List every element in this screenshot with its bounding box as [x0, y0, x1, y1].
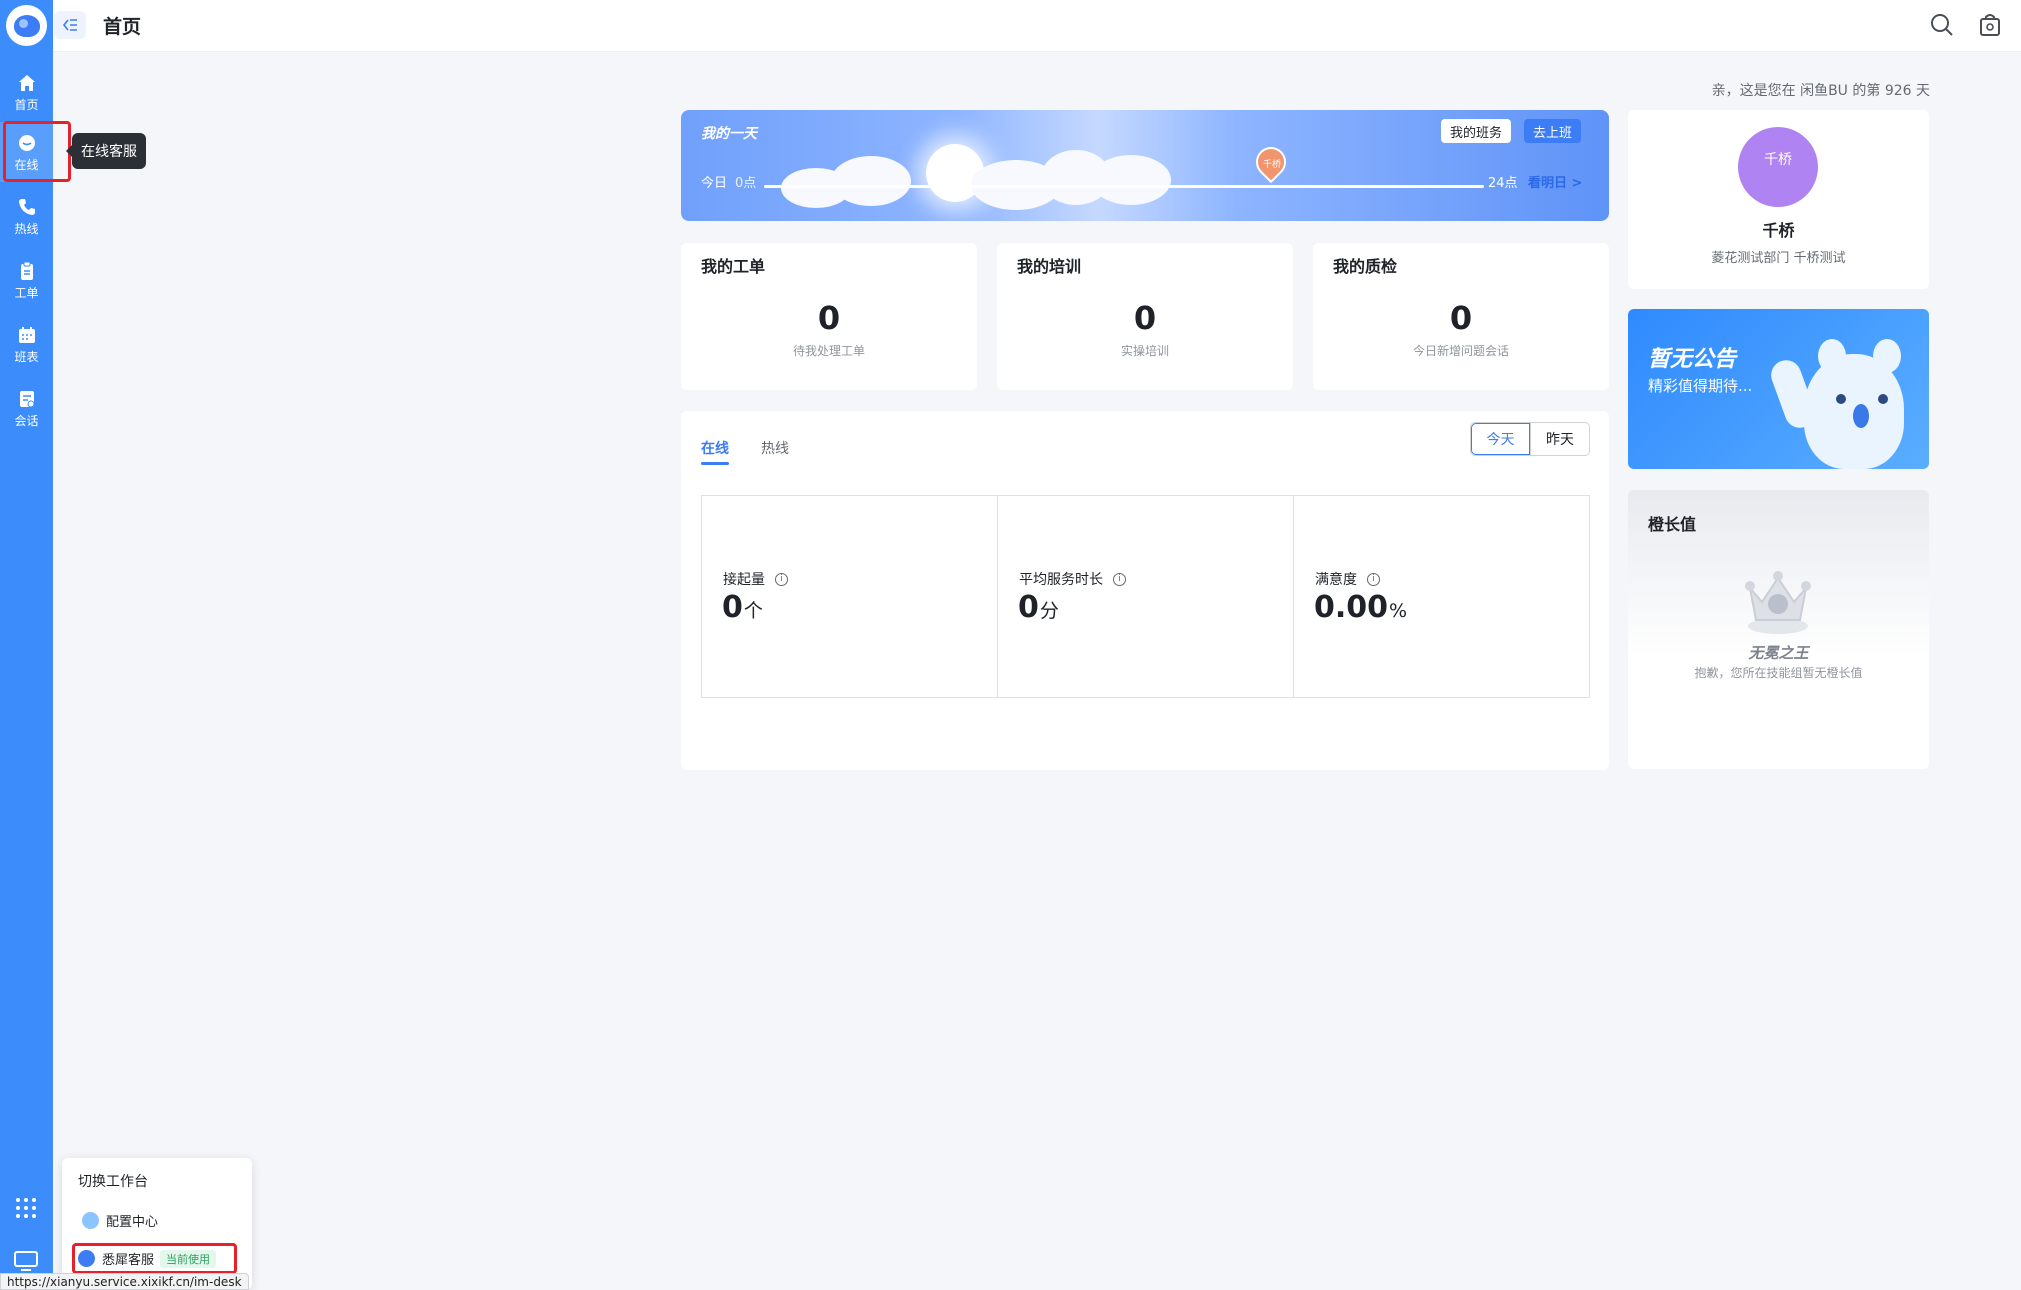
metric-value: 0.00	[1314, 590, 1389, 625]
app-logo[interactable]	[6, 5, 47, 46]
date-range-toggle: 今天 昨天	[1470, 422, 1590, 456]
nav-tooltip: 在线客服	[66, 133, 146, 169]
phone-icon	[16, 196, 38, 218]
active-nav-highlight	[3, 121, 71, 182]
store-bag-icon[interactable]	[1977, 12, 2003, 38]
metric-unit: %	[1389, 600, 1408, 622]
sidebar-item-label: 工单	[14, 285, 39, 300]
status-url-bar: https://xianyu.service.xixikf.cn/im-desk	[0, 1273, 249, 1290]
sidebar-item-label: 首页	[14, 97, 39, 112]
home-icon	[16, 72, 38, 94]
view-tomorrow-link[interactable]: 看明日 >	[1528, 172, 1582, 191]
my-day-card: 我的一天 我的班务 去上班 今日 0点 千桥 24点 看明日 >	[681, 110, 1609, 221]
sidebar-item-home[interactable]: 首页	[0, 62, 53, 122]
tab-online[interactable]: 在线	[701, 438, 729, 465]
stat-title: 我的工单	[701, 257, 766, 276]
my-day-title: 我的一天	[701, 126, 757, 142]
monitor-icon[interactable]	[13, 1250, 39, 1272]
metric-label: 接起量	[723, 572, 765, 588]
avatar[interactable]: 千桥	[1738, 127, 1818, 207]
page-title: 首页	[103, 16, 142, 38]
current-workspace-highlight	[72, 1243, 237, 1274]
profile-card: 千桥 千桥 菱花测试部门 千桥测试	[1628, 110, 1929, 289]
search-icon[interactable]	[1929, 12, 1955, 38]
my-schedule-button[interactable]: 我的班务	[1441, 119, 1512, 143]
growth-value-card: 橙长值 无冕之王 抱歉，您所在技能组暂无橙长值	[1628, 490, 1929, 769]
announcement-card[interactable]: 暂无公告 精彩值得期待...	[1628, 309, 1929, 469]
metric-satisfaction: 满意度 i 0.00%	[1294, 496, 1589, 697]
sidebar-item-label: 班表	[14, 349, 39, 364]
my-quality-card[interactable]: 我的质检 0 今日新增问题会话	[1313, 243, 1609, 390]
my-training-card[interactable]: 我的培训 0 实操培训	[997, 243, 1293, 390]
sidebar-item-ticket[interactable]: 工单	[0, 250, 53, 310]
metrics-grid: 接起量 i 0个 平均服务时长 i 0分 满意度 i 0.00%	[701, 495, 1590, 698]
sidebar-item-label: 热线	[14, 221, 39, 236]
go-to-work-button[interactable]: 去上班	[1524, 119, 1582, 143]
workspace-config-center[interactable]: 配置中心	[82, 1211, 158, 1230]
greeting-text: 亲，这是您在 闲鱼BU 的第 926 天	[1711, 83, 1930, 99]
top-header: 首页	[53, 0, 2021, 52]
profile-name: 千桥	[1762, 221, 1795, 240]
info-icon[interactable]: i	[1367, 572, 1380, 586]
popup-title: 切换工作台	[78, 1174, 148, 1190]
metric-label: 平均服务时长	[1019, 572, 1103, 588]
crown-icon	[1738, 558, 1818, 636]
workspace-label: 配置中心	[106, 1215, 159, 1230]
stat-subtitle: 今日新增问题会话	[1412, 344, 1509, 358]
stat-subtitle: 实操培训	[1120, 344, 1169, 358]
conversation-icon	[16, 388, 38, 410]
my-tickets-card[interactable]: 我的工单 0 待我处理工单	[681, 243, 977, 390]
growth-title: 橙长值	[1648, 515, 1697, 534]
day-start-label: 今日 0点	[701, 176, 757, 191]
range-yesterday-button[interactable]: 昨天	[1530, 423, 1589, 455]
tab-hotline[interactable]: 热线	[761, 438, 789, 458]
metric-value: 0	[1018, 590, 1039, 625]
stat-title: 我的质检	[1333, 257, 1398, 276]
stat-value: 0	[1449, 299, 1473, 337]
range-today-button[interactable]: 今天	[1471, 423, 1530, 455]
announcement-subtitle: 精彩值得期待...	[1648, 377, 1753, 395]
metric-label: 满意度	[1315, 572, 1357, 588]
calendar-icon	[16, 324, 38, 346]
metric-unit: 个	[743, 600, 763, 622]
sidebar-item-schedule[interactable]: 班表	[0, 314, 53, 374]
stat-subtitle: 待我处理工单	[792, 344, 865, 358]
stat-title: 我的培训	[1017, 257, 1082, 276]
config-center-icon	[82, 1212, 99, 1229]
clipboard-icon	[16, 260, 38, 282]
sidebar-item-hotline[interactable]: 热线	[0, 186, 53, 246]
apps-grid-icon[interactable]	[13, 1195, 39, 1221]
collapse-icon	[62, 19, 77, 31]
growth-rank: 无冕之王	[1748, 644, 1809, 662]
service-data-panel: 在线 热线 今天 昨天 接起量 i 0个 平均服务时长 i 0分 满意度 i 0.00…	[681, 411, 1609, 770]
metric-pickup: 接起量 i 0个	[702, 496, 998, 697]
metric-value: 0	[722, 590, 743, 625]
metric-unit: 分	[1039, 600, 1059, 622]
info-icon[interactable]: i	[1113, 572, 1126, 586]
stat-value: 0	[1133, 299, 1157, 337]
sidebar-item-session[interactable]: 会话	[0, 378, 53, 438]
day-timeline	[764, 185, 1484, 188]
collapse-sidebar-button[interactable]	[54, 11, 86, 39]
info-icon[interactable]: i	[775, 572, 788, 586]
sidebar-item-label: 会话	[14, 413, 39, 428]
day-end-label: 24点	[1488, 176, 1518, 191]
profile-department: 菱花测试部门 千桥测试	[1711, 251, 1846, 266]
stat-value: 0	[817, 299, 841, 337]
announcement-title: 暂无公告	[1648, 347, 1737, 372]
growth-subtitle: 抱歉，您所在技能组暂无橙长值	[1694, 666, 1863, 680]
pin-label: 千桥	[1262, 160, 1281, 170]
metric-avg-service-time: 平均服务时长 i 0分	[998, 496, 1294, 697]
sidebar: 首页 在线 热线 工单 班表 会话	[0, 0, 53, 1290]
